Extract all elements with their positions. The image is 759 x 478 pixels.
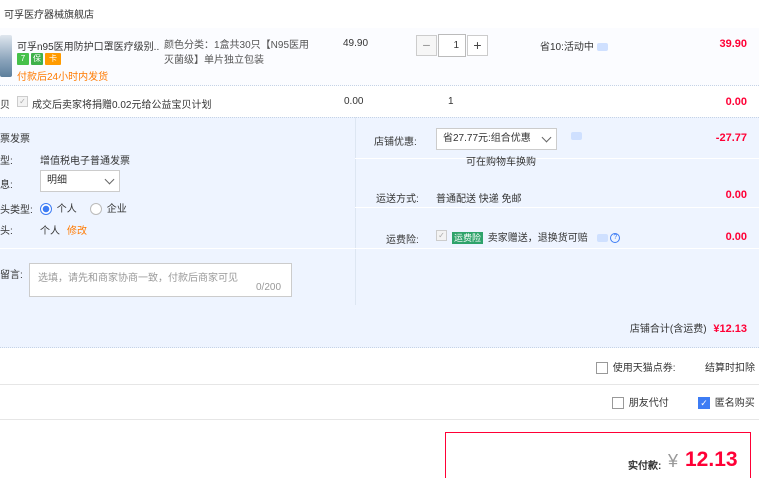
divider	[0, 419, 759, 420]
friend-pay-option[interactable]: 朋友代付	[612, 394, 669, 410]
guarantee-icon: 保	[31, 53, 43, 65]
quantity-stepper: − 1 +	[416, 34, 488, 57]
radio-personal-label: 个人	[56, 204, 77, 215]
divider	[0, 248, 355, 249]
increase-button[interactable]: +	[467, 35, 488, 56]
insurance-text: 卖家赠送，退换货可赔	[487, 233, 588, 244]
radio-on-icon[interactable]	[40, 203, 52, 216]
shop-total-label: 店铺合计(含运费)	[629, 324, 707, 335]
divider	[355, 248, 759, 249]
promotion-text: 省10:活动中	[540, 42, 594, 53]
invoice-type-label: 型:	[0, 156, 13, 167]
invoice-title: 票发票	[0, 134, 30, 145]
insurance-label: 运费险:	[386, 235, 419, 246]
radio-company-label: 企业	[106, 204, 127, 215]
ship-note: 付款后24小时内发货	[17, 72, 109, 83]
card-payment-icon: 卡	[45, 53, 61, 65]
product-thumbnail[interactable]	[0, 35, 12, 77]
anonymous-checkbox[interactable]: ✓	[698, 397, 710, 410]
message-input[interactable]: 选填，请先和商家协商一致，付款后商家可见	[29, 263, 292, 297]
product-spec: 颜色分类：1盒共30只【N95医用 灭菌级】单片独立包装	[164, 38, 314, 68]
seven-day-return-icon: 7	[17, 53, 29, 65]
chat-icon[interactable]	[571, 132, 582, 140]
quantity-input[interactable]: 1	[438, 34, 466, 57]
product-row	[0, 28, 759, 86]
shop-total-amount: ¥12.13	[713, 323, 747, 335]
invoice-content-value: 明细	[47, 175, 67, 186]
donation-text: 成交后卖家将捐赠0.02元给公益宝贝计划	[32, 100, 212, 111]
chat-icon[interactable]	[596, 43, 608, 52]
store-discount-label: 店铺优惠:	[374, 137, 417, 148]
product-name[interactable]: 可孚n95医用防护口罩医疗级别...	[17, 38, 159, 53]
store-discount-value: 省27.77元:组合优惠	[443, 133, 531, 144]
anonymous-label: 匿名购买	[714, 398, 755, 409]
chevron-down-icon	[104, 174, 115, 185]
anonymous-option[interactable]: ✓ 匿名购买	[698, 394, 755, 410]
line-total: 39.90	[719, 38, 747, 50]
invoice-header-label: 头:	[0, 226, 13, 237]
invoice-content-label: 息:	[0, 180, 13, 191]
points-checkbox[interactable]	[596, 362, 608, 375]
invoice-content-select[interactable]: 明细	[40, 170, 120, 192]
store-discount-note: 可在购物车换购	[466, 157, 536, 168]
radio-company[interactable]: 企业	[90, 200, 127, 216]
payment-currency: ¥	[668, 451, 679, 471]
donation-checkbox: ✓	[17, 96, 28, 107]
shop-total: 店铺合计(含运费) ¥12.13	[630, 320, 747, 335]
invoice-type-value: 增值税电子普通发票	[40, 156, 130, 167]
donation-total: 0.00	[725, 96, 747, 108]
store-discount-amount: -27.77	[715, 132, 747, 144]
spec-line-1: 颜色分类：1盒共30只【N95医用	[164, 40, 310, 51]
payment-amount: 12.13	[685, 448, 738, 471]
help-icon[interactable]: ?	[610, 233, 621, 244]
donation-price: 0.00	[344, 96, 364, 107]
decrease-button[interactable]: −	[416, 35, 437, 56]
store-discount-select[interactable]: 省27.77元:组合优惠	[436, 128, 557, 150]
payment-label: 实付款:	[628, 461, 662, 472]
insurance-tag: 运费险	[452, 232, 484, 244]
friend-pay-checkbox[interactable]	[612, 397, 624, 410]
points-option[interactable]: 使用天猫点券:	[596, 359, 676, 375]
message-counter: 0/200	[256, 282, 282, 293]
divider	[355, 158, 759, 159]
invoice-header-type-label: 头类型:	[0, 205, 33, 216]
shipping-amount: 0.00	[725, 189, 747, 201]
invoice-header-value: 个人	[40, 226, 60, 237]
product-badges: 7 保 卡	[17, 53, 61, 65]
shipping-value: 普通配送 快递 免邮	[436, 194, 522, 205]
chat-icon[interactable]	[596, 234, 608, 243]
chevron-down-icon	[541, 132, 552, 143]
invoice-modify-link[interactable]: 修改	[67, 222, 87, 237]
insurance-info: 运费险 卖家赠送，退换货可赔 ?	[452, 229, 621, 244]
radio-personal[interactable]: 个人	[40, 200, 77, 216]
divider	[0, 384, 759, 385]
donation-label-cut: 贝	[0, 100, 10, 111]
spec-line-2: 灭菌级】单片独立包装	[164, 55, 264, 66]
message-label: 留言:	[0, 270, 23, 281]
divider	[355, 207, 759, 208]
friend-pay-label: 朋友代付	[628, 398, 669, 409]
donation-qty: 1	[448, 96, 454, 107]
points-label: 使用天猫点券:	[612, 363, 676, 374]
points-note: 结算时扣除	[705, 363, 755, 374]
radio-off-icon[interactable]	[90, 203, 102, 216]
shipping-label: 运送方式:	[376, 194, 419, 205]
promotion-info: 省10:活动中	[540, 38, 608, 53]
shop-name[interactable]: 可孚医疗器械旗舰店	[4, 6, 94, 21]
insurance-checkbox: ✓	[436, 230, 447, 241]
insurance-amount: 0.00	[725, 231, 747, 243]
unit-price: 49.90	[343, 38, 369, 49]
